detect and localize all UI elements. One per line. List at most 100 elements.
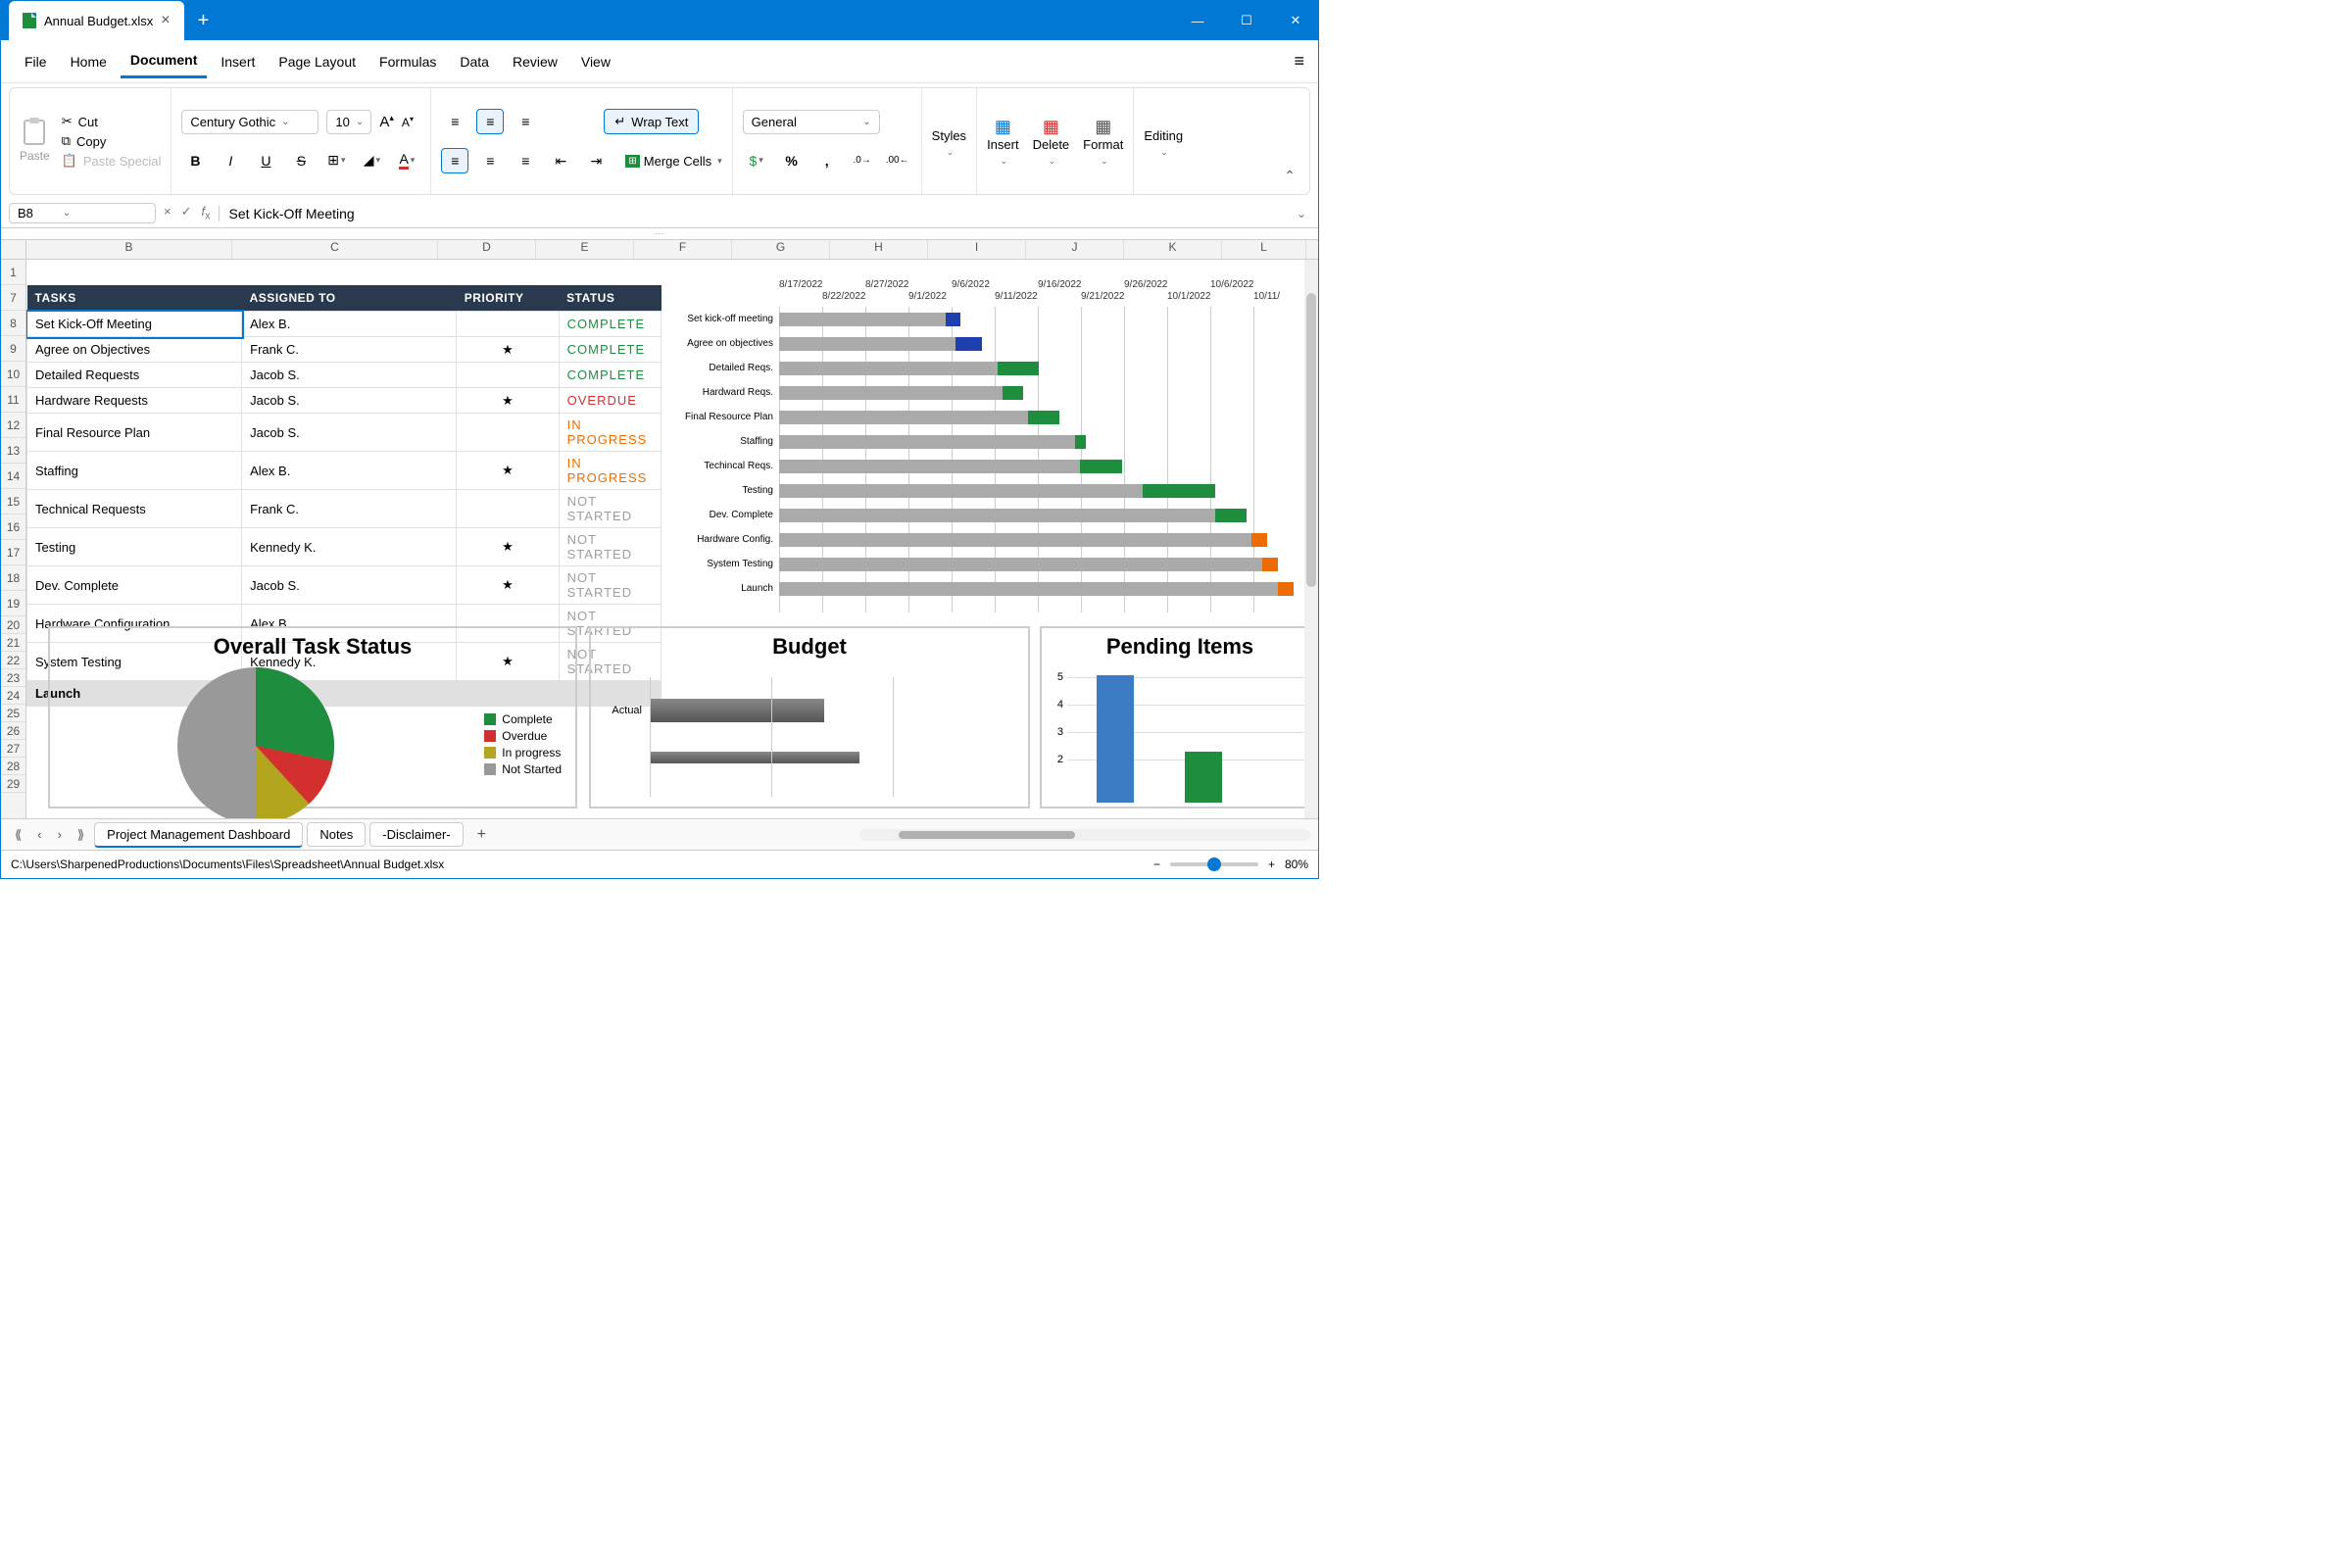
table-row[interactable]: Staffing Alex B. ★ IN PROGRESS bbox=[27, 452, 662, 490]
assignee-cell[interactable]: Jacob S. bbox=[242, 388, 457, 414]
align-top-button[interactable]: ≡ bbox=[441, 109, 468, 134]
scrollbar-thumb[interactable] bbox=[899, 831, 1075, 839]
status-cell[interactable]: OVERDUE bbox=[559, 388, 661, 414]
prev-sheet-button[interactable]: ‹ bbox=[31, 825, 47, 844]
insert-cells-button[interactable]: ▦ Insert⌄ bbox=[987, 117, 1019, 167]
row-header[interactable]: 16 bbox=[1, 514, 25, 540]
menu-insert[interactable]: Insert bbox=[211, 46, 265, 77]
task-name-cell[interactable]: Staffing bbox=[27, 452, 242, 490]
cut-button[interactable]: ✂Cut bbox=[62, 112, 162, 131]
col-header-e[interactable]: E bbox=[536, 240, 634, 259]
task-name-cell[interactable]: Testing bbox=[27, 528, 242, 566]
priority-cell[interactable]: ★ bbox=[457, 388, 559, 414]
percent-button[interactable]: % bbox=[778, 148, 806, 173]
col-header-c[interactable]: C bbox=[232, 240, 438, 259]
increase-indent-button[interactable]: ⇥ bbox=[582, 148, 610, 173]
align-right-button[interactable]: ≡ bbox=[512, 148, 539, 173]
task-name-cell[interactable]: Agree on Objectives bbox=[27, 337, 242, 363]
col-header-j[interactable]: J bbox=[1026, 240, 1124, 259]
fill-color-button[interactable]: ◢▾ bbox=[358, 148, 385, 173]
menu-page-layout[interactable]: Page Layout bbox=[269, 46, 366, 77]
priority-cell[interactable]: ★ bbox=[457, 452, 559, 490]
task-name-cell[interactable]: Technical Requests bbox=[27, 490, 242, 528]
row-header[interactable]: 26 bbox=[1, 722, 25, 740]
editing-group[interactable]: Editing ⌄ bbox=[1134, 88, 1193, 194]
row-header[interactable]: 25 bbox=[1, 705, 25, 722]
menu-document[interactable]: Document bbox=[121, 44, 207, 78]
document-tab[interactable]: Annual Budget.xlsx × bbox=[9, 1, 184, 40]
increase-decimal-button[interactable]: .0→ bbox=[849, 148, 876, 173]
row-header[interactable]: 17 bbox=[1, 540, 25, 565]
assignee-cell[interactable]: Jacob S. bbox=[242, 414, 457, 452]
row-header[interactable]: 21 bbox=[1, 634, 25, 652]
decrease-indent-button[interactable]: ⇤ bbox=[547, 148, 574, 173]
task-name-cell[interactable]: Detailed Requests bbox=[27, 363, 242, 388]
col-header-k[interactable]: K bbox=[1124, 240, 1222, 259]
zoom-slider-thumb[interactable] bbox=[1207, 858, 1221, 871]
menu-view[interactable]: View bbox=[571, 46, 620, 77]
row-header[interactable]: 27 bbox=[1, 740, 25, 758]
priority-cell[interactable]: ★ bbox=[457, 528, 559, 566]
font-color-button[interactable]: A▾ bbox=[393, 148, 420, 173]
row-header[interactable]: 13 bbox=[1, 438, 25, 464]
font-name-select[interactable]: Century Gothic⌄ bbox=[181, 110, 318, 134]
status-cell[interactable]: IN PROGRESS bbox=[559, 452, 661, 490]
font-size-select[interactable]: 10⌄ bbox=[326, 110, 371, 134]
assignee-cell[interactable]: Kennedy K. bbox=[242, 528, 457, 566]
styles-group[interactable]: Styles ⌄ bbox=[922, 88, 977, 194]
italic-button[interactable]: I bbox=[217, 148, 244, 173]
last-sheet-button[interactable]: ⟫ bbox=[72, 825, 90, 845]
row-header[interactable]: 1 bbox=[1, 260, 25, 285]
wrap-text-button[interactable]: ↵Wrap Text bbox=[604, 109, 699, 134]
row-header[interactable]: 29 bbox=[1, 775, 25, 793]
horizontal-scrollbar[interactable] bbox=[859, 829, 1310, 841]
table-row[interactable]: Technical Requests Frank C. NOT STARTED bbox=[27, 490, 662, 528]
next-sheet-button[interactable]: › bbox=[52, 825, 68, 844]
menu-home[interactable]: Home bbox=[61, 46, 117, 77]
new-tab-button[interactable]: + bbox=[198, 10, 210, 32]
row-header[interactable]: 11 bbox=[1, 387, 25, 413]
paste-special-button[interactable]: 📋Paste Special bbox=[62, 151, 162, 171]
zoom-out-button[interactable]: − bbox=[1153, 858, 1160, 871]
row-header[interactable]: 24 bbox=[1, 687, 25, 705]
table-row[interactable]: Detailed Requests Jacob S. COMPLETE bbox=[27, 363, 662, 388]
strikethrough-button[interactable]: S bbox=[287, 148, 315, 173]
align-middle-button[interactable]: ≡ bbox=[476, 109, 504, 134]
table-row[interactable]: Agree on Objectives Frank C. ★ COMPLETE bbox=[27, 337, 662, 363]
row-header[interactable]: 19 bbox=[1, 591, 25, 616]
status-cell[interactable]: COMPLETE bbox=[559, 363, 661, 388]
task-name-cell[interactable]: Dev. Complete bbox=[27, 566, 242, 605]
bold-button[interactable]: B bbox=[181, 148, 209, 173]
sheet-tab-disclaimer[interactable]: -Disclaimer- bbox=[369, 822, 463, 847]
select-all-corner[interactable] bbox=[1, 240, 26, 259]
sheet-tab-dashboard[interactable]: Project Management Dashboard bbox=[94, 822, 303, 848]
col-header-i[interactable]: I bbox=[928, 240, 1026, 259]
priority-cell[interactable] bbox=[457, 490, 559, 528]
menu-file[interactable]: File bbox=[15, 46, 57, 77]
table-row[interactable]: Hardware Requests Jacob S. ★ OVERDUE bbox=[27, 388, 662, 414]
table-row[interactable]: Set Kick-Off Meeting Alex B. COMPLETE bbox=[27, 312, 662, 337]
accept-formula-icon[interactable]: ✓ bbox=[181, 204, 192, 222]
sheet-content[interactable]: TASKS ASSIGNED TO PRIORITY STATUS Set Ki… bbox=[26, 260, 1318, 818]
comma-button[interactable]: , bbox=[813, 148, 841, 173]
status-cell[interactable]: COMPLETE bbox=[559, 337, 661, 363]
maximize-button[interactable]: ☐ bbox=[1224, 1, 1269, 40]
priority-cell[interactable] bbox=[457, 414, 559, 452]
align-bottom-button[interactable]: ≡ bbox=[512, 109, 539, 134]
zoom-level[interactable]: 80% bbox=[1285, 858, 1308, 871]
row-header[interactable]: 9 bbox=[1, 336, 25, 362]
task-name-cell[interactable]: Set Kick-Off Meeting bbox=[27, 312, 242, 337]
menu-formulas[interactable]: Formulas bbox=[369, 46, 446, 77]
assignee-cell[interactable]: Jacob S. bbox=[242, 363, 457, 388]
task-name-cell[interactable]: Final Resource Plan bbox=[27, 414, 242, 452]
status-cell[interactable]: NOT STARTED bbox=[559, 490, 661, 528]
borders-button[interactable]: ⊞▾ bbox=[322, 148, 350, 173]
scrollbar-thumb[interactable] bbox=[1306, 293, 1316, 587]
collapse-ribbon-icon[interactable]: ⌃ bbox=[1284, 168, 1296, 184]
priority-cell[interactable] bbox=[457, 312, 559, 337]
col-header-f[interactable]: F bbox=[634, 240, 732, 259]
assignee-cell[interactable]: Alex B. bbox=[242, 312, 457, 337]
col-header-b[interactable]: B bbox=[26, 240, 232, 259]
col-header-d[interactable]: D bbox=[438, 240, 536, 259]
zoom-slider[interactable] bbox=[1170, 862, 1258, 866]
